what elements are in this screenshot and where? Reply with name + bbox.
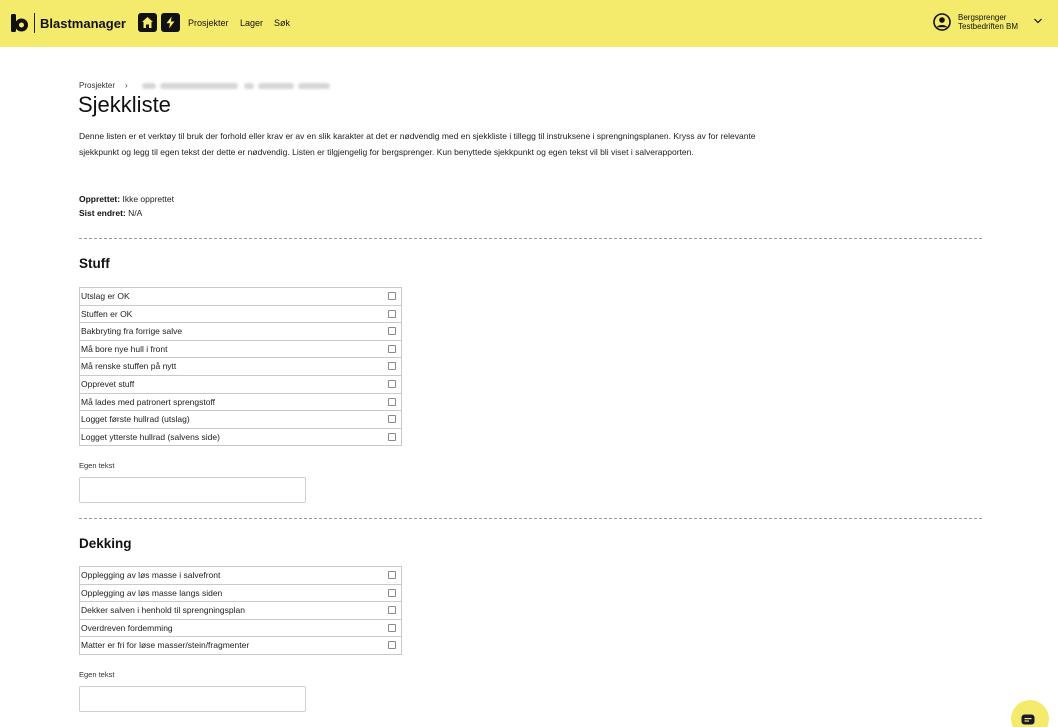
user-circle-icon[interactable] [933,13,951,31]
checklist-item-label: Opprevet stuff [81,378,135,389]
checklist-row[interactable]: Utslag er OK [79,288,402,306]
home-button[interactable] [138,13,157,32]
intro-text: Denne listen er et verktøy til bruk der … [79,131,756,157]
blast-button[interactable] [161,13,180,32]
checklist-item-label: Logget ytterste hullrad (salvens side) [81,431,220,442]
checklist-row[interactable]: Må bore nye hull i front [79,340,402,359]
checklist-row[interactable]: Overdreven fordemming [79,619,402,638]
page-title: Sjekkliste [78,92,171,117]
checklist-item-label: Opplegging av løs masse i salvefront [81,570,221,580]
brand-separator [34,13,35,33]
checklist-checkbox[interactable] [388,292,396,300]
checklist-checkbox[interactable] [388,641,396,650]
checklist-item-label: Overdreven fordemming [81,622,173,633]
checklist-item-label: Utslag er OK [81,291,130,301]
nav-storage-link[interactable]: Lager [240,18,263,28]
checklist-dekking: Opplegging av løs masse i salvefront Opp… [79,566,402,655]
checklist-item-label: Må renske stuffen på nytt [81,361,177,372]
nav-projects-link[interactable]: Prosjekter [188,18,229,28]
checklist-checkbox[interactable] [388,327,396,336]
created-meta: Opprettet: Ikke opprettet [79,194,174,204]
checklist-row[interactable]: Logget ytterste hullrad (salvens side) [79,428,402,447]
checklist-item-label: Opplegging av løs masse langs siden [81,587,223,598]
checklist-row[interactable]: Matter er fri for løse masser/stein/frag… [79,637,402,655]
modified-meta: Sist endret: N/A [79,208,142,218]
checklist-item-label: Må bore nye hull i front [81,343,168,354]
checklist-item-label: Logget første hullrad (utslag) [81,414,190,425]
breadcrumb-projects-link[interactable]: Prosjekter [79,81,115,90]
checklist-row[interactable]: Bakbryting fra forrige salve [79,323,402,341]
user-name: Bergsprenger [958,13,1007,22]
checklist-checkbox[interactable] [388,344,396,353]
checklist-checkbox[interactable] [388,415,396,424]
custom-text-label-dekking: Egen tekst [79,670,115,679]
checklist-item-label: Stuffen er OK [81,308,133,319]
chevron-down-icon[interactable] [1033,17,1043,25]
bolt-icon [166,16,175,29]
created-label: Opprettet: [79,194,121,204]
checklist-checkbox[interactable] [388,309,396,318]
created-value: Ikke opprettet [122,194,174,204]
checklist-item-label: Dekker salven i henhold til sprengningsp… [81,605,245,616]
checklist-row[interactable]: Dekker salven i henhold til sprengningsp… [79,602,402,620]
breadcrumb-separator: › [125,81,128,90]
checklist-checkbox[interactable] [388,397,396,406]
custom-text-input-stuff[interactable] [79,477,306,503]
checklist-row[interactable]: Opplegging av løs masse langs siden [79,584,402,603]
blastmanager-logo-icon[interactable] [11,14,29,32]
chat-button[interactable] [1011,700,1049,727]
checklist-stuff: Utslag er OK Stuffen er OK Bakbryting fr… [79,287,402,447]
section-divider [79,518,982,519]
brand-name[interactable]: Blastmanager [40,16,126,31]
modified-value: N/A [128,208,143,218]
checklist-checkbox[interactable] [388,606,396,615]
checklist-checkbox[interactable] [388,588,396,597]
nav-search-link[interactable]: Søk [274,18,290,28]
checklist-row[interactable]: Må lades med patronert sprengstoff [79,393,402,412]
chat-icon [1021,714,1035,725]
checklist-checkbox[interactable] [388,379,396,388]
checklist-item-label: Matter er fri for løse masser/stein/frag… [81,640,250,651]
checklist-checkbox[interactable] [388,571,396,579]
breadcrumb-redacted-project[interactable] [138,81,330,91]
top-bar: Blastmanager Prosjekter Lager Søk Bergsp… [0,0,1058,47]
section-title-stuff: Stuff [79,256,110,271]
checklist-checkbox[interactable] [388,623,396,632]
home-icon [142,17,153,28]
section-title-dekking: Dekking [79,536,132,551]
checklist-item-label: Må lades med patronert sprengstoff [81,396,216,407]
checklist-checkbox[interactable] [388,362,396,371]
checklist-row[interactable]: Må renske stuffen på nytt [79,358,402,376]
checklist-checkbox[interactable] [388,432,396,441]
checklist-row[interactable]: Opplegging av løs masse i salvefront [79,567,402,585]
custom-text-label-stuff: Egen tekst [79,461,115,470]
checklist-row[interactable]: Opprevet stuff [79,375,402,394]
checklist-item-label: Bakbryting fra forrige salve [81,326,183,337]
section-divider [79,238,982,239]
modified-label: Sist endret: [79,208,126,218]
user-company: Testbedriften BM [958,22,1019,31]
checklist-row[interactable]: Stuffen er OK [79,305,402,324]
checklist-row[interactable]: Logget første hullrad (utslag) [79,411,402,429]
custom-text-input-dekking[interactable] [79,686,306,712]
user-menu[interactable]: Bergsprenger Testbedriften BM [958,13,1018,31]
